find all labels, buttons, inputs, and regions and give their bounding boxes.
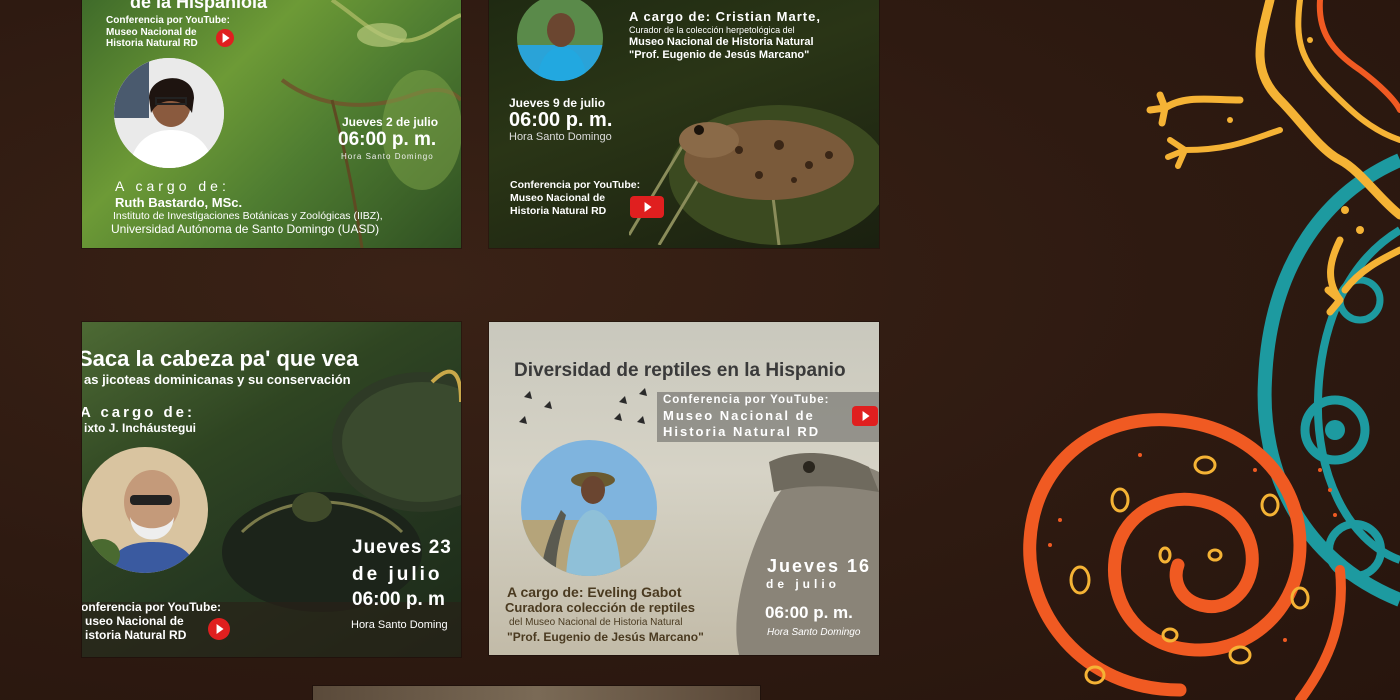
speaker-affiliation-2: Museo Nacional de Historia Natural bbox=[629, 36, 814, 48]
youtube-label-line1: Conferencia por YouTube: bbox=[663, 394, 830, 406]
youtube-label-line3: istoria Natural RD bbox=[85, 628, 187, 642]
speaker-name: ixto J. Incháustegui bbox=[84, 421, 197, 435]
youtube-label-line1: Conferencia por YouTube: bbox=[106, 15, 230, 26]
youtube-label-line1: Conferencia por YouTube: bbox=[510, 179, 641, 191]
youtube-label-line2: Museo Nacional de bbox=[510, 192, 606, 204]
acargo-label: A cargo de: Cristian Marte, bbox=[629, 9, 821, 24]
youtube-label-line3: Historia Natural RD bbox=[510, 205, 607, 217]
event-card-4[interactable]: Diversidad de reptiles en la Hispanio Co… bbox=[489, 322, 879, 655]
acargo-label: A cargo de: Eveling Gabot bbox=[507, 584, 682, 600]
event-date-line2: de julio bbox=[352, 564, 443, 585]
acargo-label: A cargo de: bbox=[115, 178, 230, 194]
speaker-affiliation-3: "Prof. Eugenio de Jesús Marcano" bbox=[629, 49, 810, 61]
card-title: Diversidad de reptiles en la Hispanio bbox=[514, 360, 846, 381]
youtube-label-line2: Museo Nacional de bbox=[106, 27, 197, 38]
event-time: 06:00 p. m. bbox=[765, 603, 853, 622]
youtube-label-line3: Historia Natural RD bbox=[663, 424, 821, 439]
event-date-line2: de julio bbox=[766, 577, 840, 591]
youtube-play-icon[interactable] bbox=[208, 618, 230, 640]
event-time: 06:00 p. m. bbox=[338, 129, 437, 150]
event-date-line1: Jueves 23 bbox=[352, 537, 452, 558]
event-timezone: Hora Santo Doming bbox=[351, 619, 448, 631]
youtube-label-line2: useo Nacional de bbox=[85, 614, 184, 628]
speaker-avatar bbox=[521, 440, 657, 576]
event-time: 06:00 p. m bbox=[352, 589, 445, 610]
event-time: 06:00 p. m. bbox=[509, 109, 613, 131]
youtube-label-line1: onferencia por YouTube: bbox=[82, 600, 222, 614]
youtube-play-icon[interactable] bbox=[630, 196, 664, 218]
card-subtitle: as jicoteas dominicanas y su conservació… bbox=[84, 372, 351, 387]
speaker-affiliation-3: "Prof. Eugenio de Jesús Marcano" bbox=[507, 630, 704, 644]
decorative-lizard-spiral-art bbox=[1023, 0, 1400, 700]
acargo-label: A cargo de: bbox=[82, 404, 195, 421]
frog-photo bbox=[629, 105, 879, 245]
speaker-affiliation-2: Universidad Autónoma de Santo Domingo (U… bbox=[111, 222, 380, 236]
event-card-5[interactable] bbox=[313, 686, 760, 700]
speaker-name: Ruth Bastardo, MSc. bbox=[115, 195, 243, 210]
event-timezone: Hora Santo Domingo bbox=[509, 131, 612, 143]
event-timezone: Hora Santo Domingo bbox=[341, 152, 434, 161]
speaker-avatar bbox=[517, 0, 603, 81]
speaker-avatar bbox=[82, 447, 208, 573]
event-card-3[interactable]: Saca la cabeza pa' que vea as jicoteas d… bbox=[82, 322, 461, 657]
speaker-affiliation-1: Curadora colección de reptiles bbox=[505, 600, 696, 615]
speaker-affiliation-1: Curador de la colección herpetológica de… bbox=[629, 25, 795, 35]
speaker-affiliation-2: del Museo Nacional de Historia Natural bbox=[509, 617, 683, 628]
card-heading: de la Hispaniola bbox=[130, 0, 268, 12]
youtube-label-line3: Historia Natural RD bbox=[106, 38, 198, 49]
youtube-label-line2: Museo Nacional de bbox=[663, 408, 815, 423]
speaker-affiliation-1: Instituto de Investigaciones Botánicas y… bbox=[113, 210, 383, 222]
event-timezone: Hora Santo Domingo bbox=[767, 627, 861, 638]
card-title: Saca la cabeza pa' que vea bbox=[82, 346, 359, 371]
event-date-line1: Jueves 16 bbox=[767, 556, 872, 576]
speaker-avatar bbox=[114, 58, 224, 168]
event-date: Jueves 9 de julio bbox=[509, 96, 606, 110]
event-card-2[interactable]: A cargo de: Cristian Marte, Curador de l… bbox=[489, 0, 879, 248]
event-date: Jueves 2 de julio bbox=[342, 115, 439, 129]
event-card-1[interactable]: de la Hispaniola Conferencia por YouTube… bbox=[82, 0, 461, 248]
youtube-play-icon[interactable] bbox=[852, 406, 878, 426]
youtube-play-icon[interactable] bbox=[216, 29, 234, 47]
